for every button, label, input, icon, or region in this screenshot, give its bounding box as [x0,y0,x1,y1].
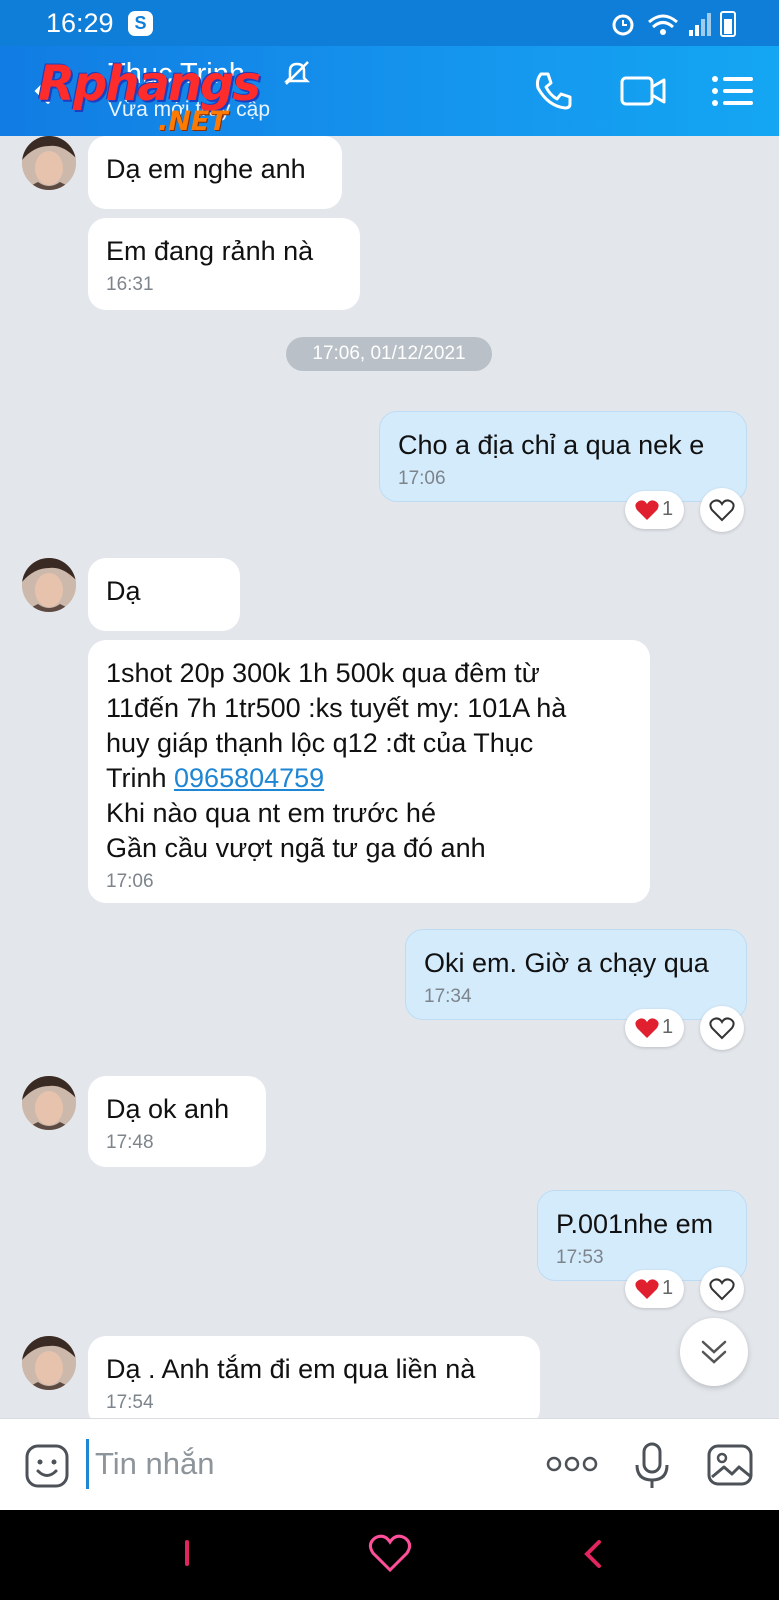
message-list[interactable]: Dạ em nghe anh Em đang rảnh nà 16:31 17:… [0,136,779,1418]
avatar[interactable] [22,1076,76,1130]
home-heart-icon[interactable] [368,1532,412,1574]
message-time: 16:31 [106,274,154,295]
message-text: Em đang rảnh nà [106,236,314,266]
heart-icon [635,1018,659,1038]
heart-outline-icon [709,1017,735,1040]
message-bubble-incoming[interactable]: 1shot 20p 300k 1h 500k qua đêm từ 11đến … [88,640,650,903]
chevron-down-icon [701,1340,727,1364]
bell-off-icon [283,61,311,85]
message-bubble-outgoing[interactable]: Oki em. Giờ a chạy qua 17:34 [405,929,747,1020]
reaction-number: 1 [662,498,674,520]
system-nav-bar [0,1510,779,1600]
message-time: 17:54 [106,1392,154,1413]
recent-apps-icon[interactable] [172,1534,202,1574]
sticker-icon[interactable] [24,1443,70,1489]
message-line: Gần cầu vượt ngã tư ga đó anh [106,833,486,863]
reaction-count[interactable]: 1 [625,1009,684,1047]
scroll-to-bottom-button[interactable] [680,1318,748,1386]
chat-header: Thuc Trinh Vừa mới truy cập Rphangs .NET [0,46,779,138]
avatar[interactable] [22,1336,76,1390]
like-button[interactable] [700,1267,744,1311]
avatar[interactable] [22,558,76,612]
back-nav-icon[interactable] [578,1534,608,1574]
heart-icon [635,1279,659,1299]
message-line: huy giáp thạnh lộc q12 :đt của Thục [106,728,534,758]
watermark-main: Rphangs [38,56,261,112]
reaction-count[interactable]: 1 [625,491,684,529]
message-bubble-incoming[interactable]: Dạ [88,558,240,631]
phone-icon[interactable] [528,66,578,116]
like-button[interactable] [700,1006,744,1050]
heart-outline-icon [709,499,735,522]
message-time: 17:48 [106,1132,154,1153]
message-time: 17:53 [556,1247,604,1268]
heart-outline-icon [709,1278,735,1301]
menu-icon[interactable] [708,66,758,116]
video-icon[interactable] [618,66,668,116]
message-bubble-incoming[interactable]: Dạ ok anh 17:48 [88,1076,266,1167]
message-text: Dạ [106,576,141,606]
status-icons [612,11,736,37]
message-time: 17:34 [424,986,472,1007]
mic-icon[interactable] [632,1441,672,1491]
avatar[interactable] [22,136,76,190]
phone-link[interactable]: 0965804759 [174,763,324,793]
message-time: 17:06 [398,468,446,489]
status-time: 16:29 [46,8,114,38]
message-input[interactable] [86,1439,506,1489]
message-line: 1shot 20p 300k 1h 500k qua đêm từ [106,658,540,688]
message-bubble-incoming[interactable]: Dạ . Anh tắm đi em qua liền nà 17:54 [88,1336,540,1418]
gallery-icon[interactable] [706,1443,754,1487]
message-text: Oki em. Giờ a chạy qua [424,948,709,978]
message-bubble-incoming[interactable]: Em đang rảnh nà 16:31 [88,218,360,310]
reaction-number: 1 [662,1016,674,1038]
message-text: Dạ . Anh tắm đi em qua liền nà [106,1354,476,1384]
watermark-logo: Rphangs .NET [38,52,278,138]
heart-icon [635,500,659,520]
watermark-sub: .NET [158,106,228,137]
message-time: 17:06 [106,871,154,892]
message-line: Khi nào qua nt em trước hé [106,798,436,828]
date-separator: 17:06, 01/12/2021 [286,337,492,371]
reaction-count[interactable]: 1 [625,1270,684,1308]
message-text: Dạ em nghe anh [106,154,306,184]
skype-notification-icon: S [128,11,153,36]
message-text: P.001nhe em [556,1209,714,1239]
composer-bar [0,1418,779,1510]
message-bubble-incoming[interactable]: Dạ em nghe anh [88,136,342,209]
message-line: 11đến 7h 1tr500 :ks tuyết my: 101A hà [106,693,567,723]
like-button[interactable] [700,488,744,532]
message-line: Trinh [106,763,175,793]
reaction-number: 1 [662,1277,674,1299]
message-text: Dạ ok anh [106,1094,230,1124]
message-text: Cho a địa chỉ a qua nek e [398,430,705,460]
status-bar: 16:29 S [0,0,779,46]
more-icon[interactable] [546,1453,598,1475]
message-bubble-outgoing[interactable]: Cho a địa chỉ a qua nek e 17:06 [379,411,747,502]
